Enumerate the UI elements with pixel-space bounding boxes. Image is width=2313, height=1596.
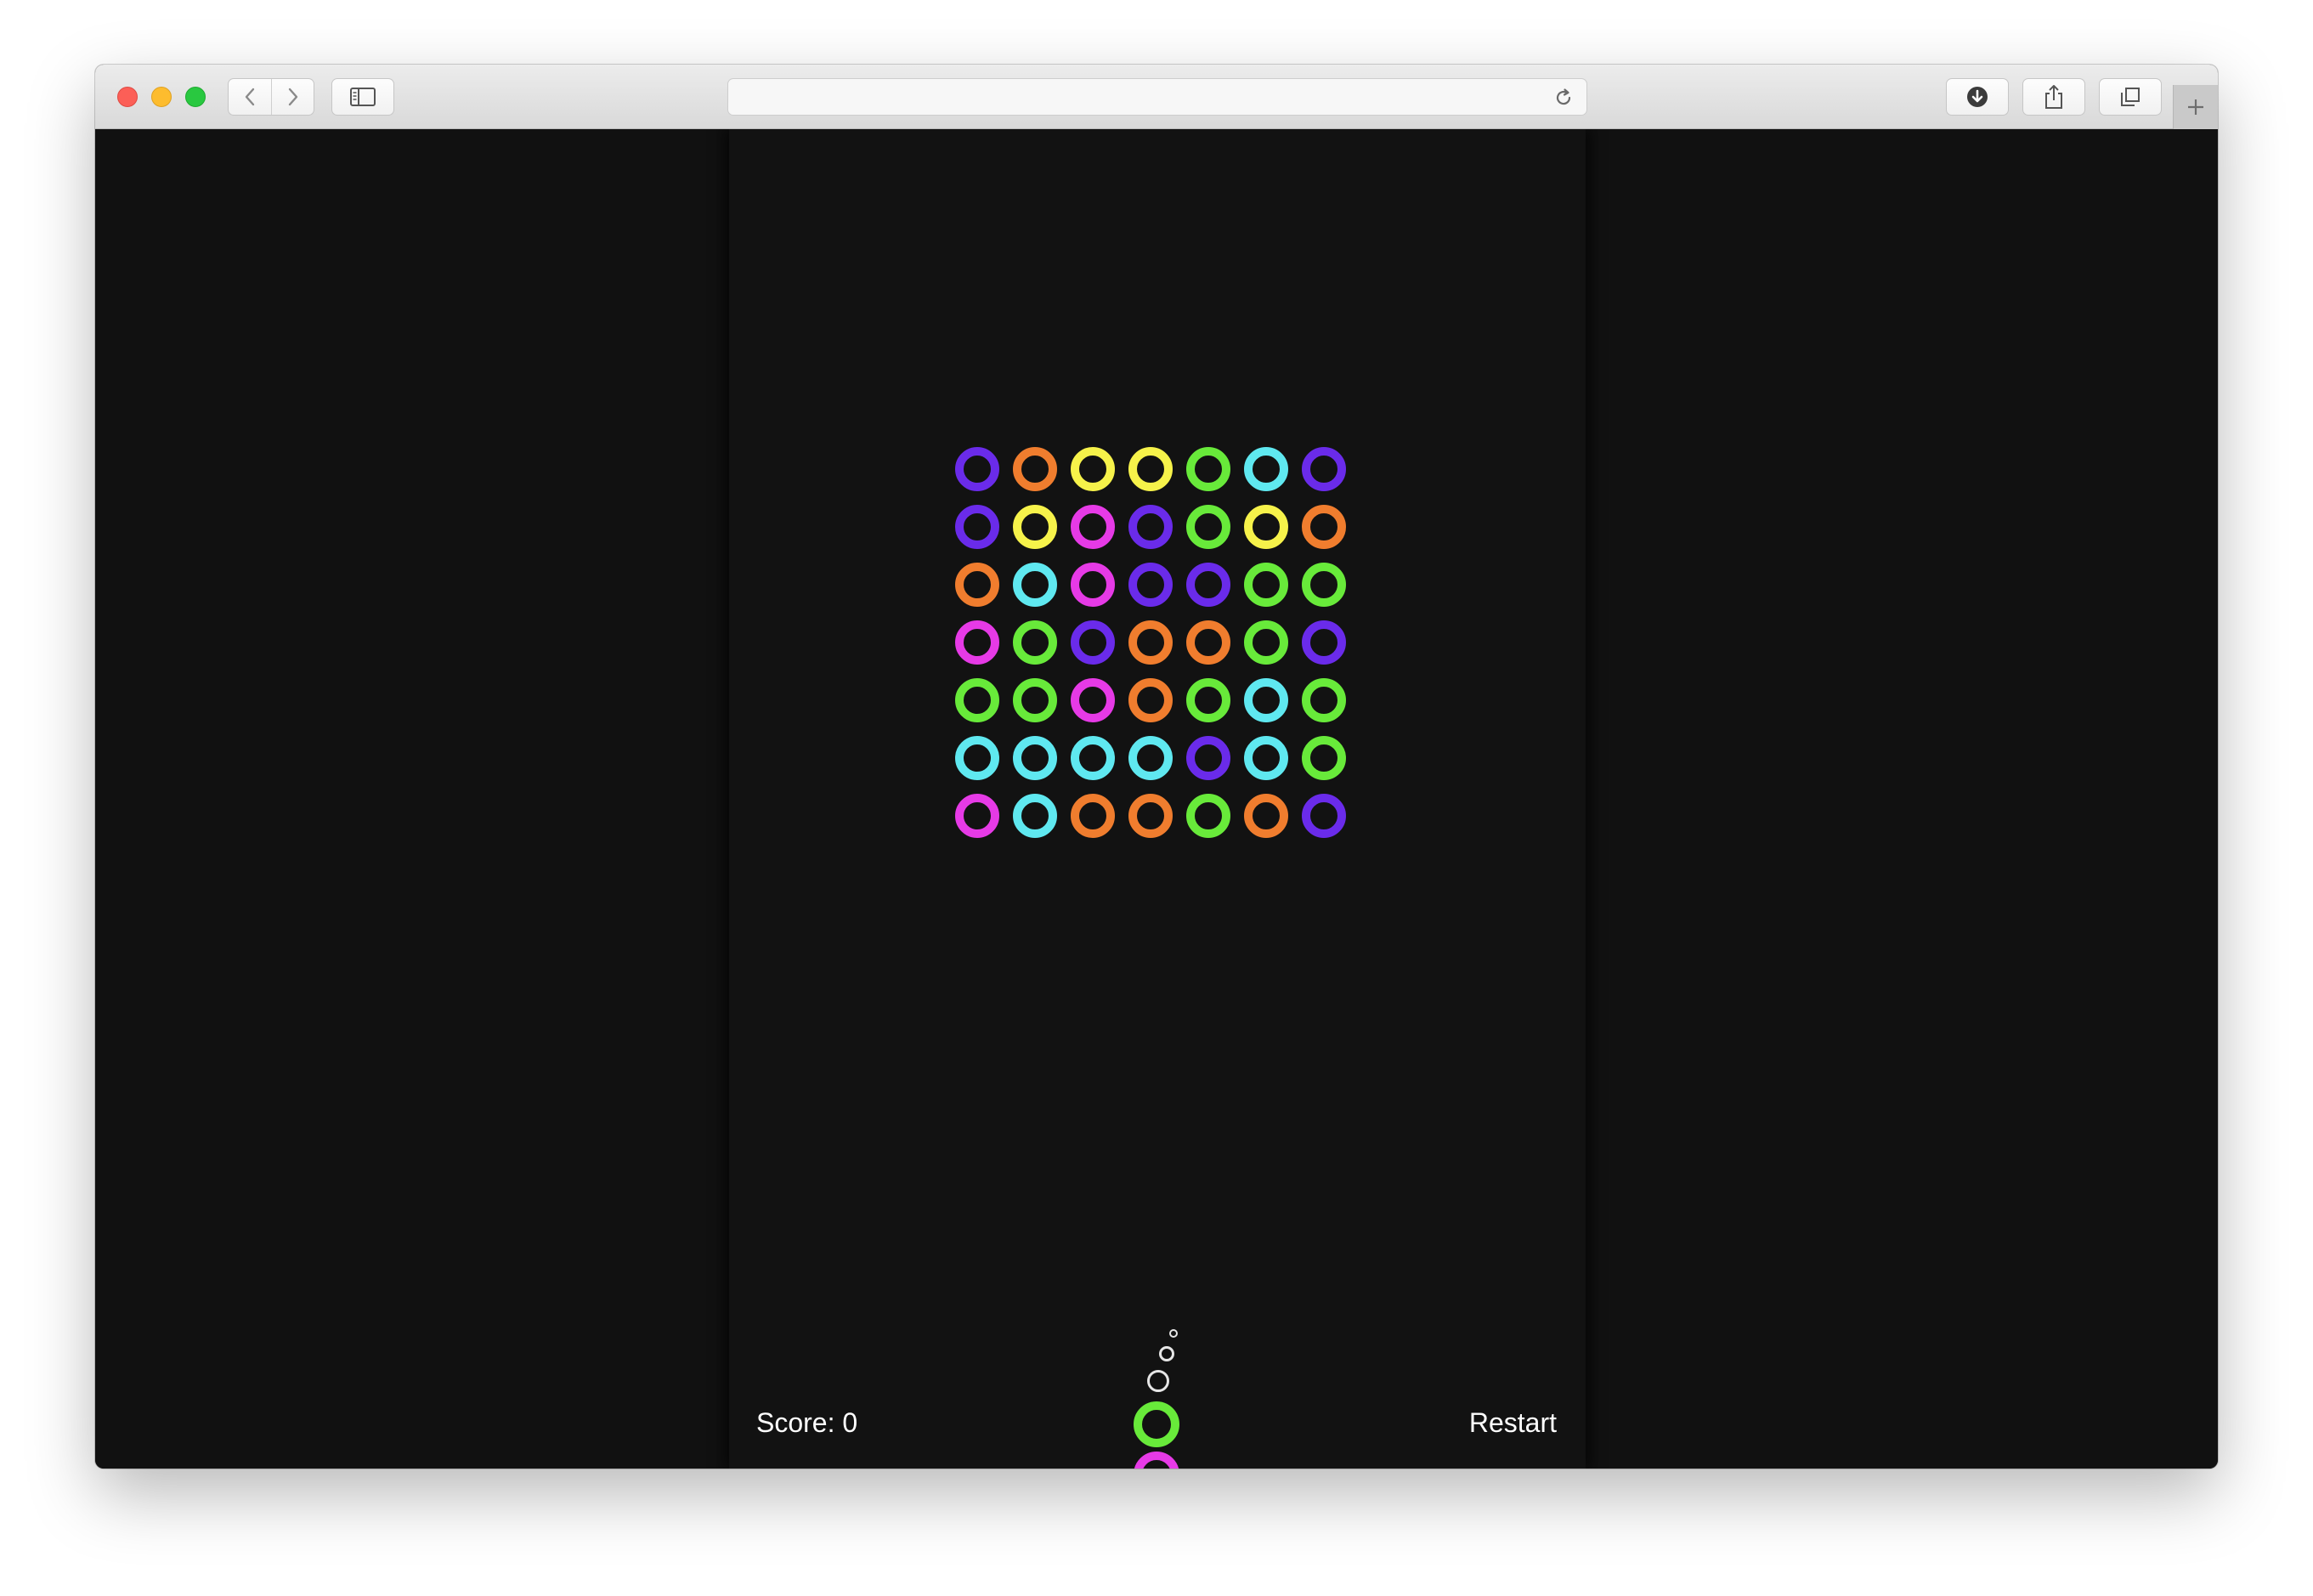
bubble-green: [1013, 620, 1057, 665]
history-nav: [228, 78, 314, 116]
game-canvas[interactable]: Score: 0 Restart: [729, 129, 1586, 1469]
bubble-cyan: [1244, 447, 1288, 491]
bubble-green: [1302, 563, 1346, 607]
maximize-window-button[interactable]: [185, 87, 206, 107]
bubble-purple: [1302, 447, 1346, 491]
bubble-yellow: [1013, 505, 1057, 549]
browser-toolbar: [95, 65, 2218, 129]
bubble-cyan: [1013, 736, 1057, 780]
bubble-purple: [1186, 736, 1230, 780]
bubble-orange: [955, 563, 999, 607]
bubble-grid: [729, 129, 1586, 1469]
minimize-window-button[interactable]: [151, 87, 172, 107]
aim-dot: [1159, 1346, 1174, 1361]
bubble-purple: [1186, 563, 1230, 607]
browser-window: Score: 0 Restart: [95, 65, 2218, 1469]
sidebar-button[interactable]: [331, 78, 394, 116]
aim-dot: [1169, 1329, 1178, 1338]
share-button[interactable]: [2022, 78, 2085, 116]
bubble-orange: [1128, 794, 1173, 838]
bubble-orange: [1013, 447, 1057, 491]
bubble-cyan: [1244, 736, 1288, 780]
new-tab-button[interactable]: [2173, 85, 2218, 129]
score-label: Score: 0: [756, 1407, 858, 1438]
address-bar[interactable]: [727, 78, 1587, 116]
bubble-green: [1186, 505, 1230, 549]
bubble-cyan: [1071, 736, 1115, 780]
bubble-green: [1186, 794, 1230, 838]
bubble-magenta: [955, 794, 999, 838]
bubble-purple: [955, 447, 999, 491]
reload-icon[interactable]: [1552, 87, 1575, 109]
bubble-green: [955, 678, 999, 722]
bubble-green: [1186, 447, 1230, 491]
chevron-right-icon: [288, 88, 298, 106]
bubble-cyan: [955, 736, 999, 780]
bubble-yellow: [1128, 447, 1173, 491]
bubble-green: [1244, 563, 1288, 607]
close-window-button[interactable]: [117, 87, 138, 107]
downloads-button[interactable]: [1946, 78, 2009, 116]
share-icon: [2045, 85, 2062, 109]
bubble-purple: [1128, 505, 1173, 549]
forward-button[interactable]: [272, 79, 314, 115]
bubble-purple: [1302, 620, 1346, 665]
bubble-cyan: [1013, 563, 1057, 607]
download-icon: [1967, 87, 1988, 107]
bubble-cyan: [1013, 794, 1057, 838]
bubble-green: [1186, 678, 1230, 722]
bubble-green: [1244, 620, 1288, 665]
sidebar-icon: [350, 88, 376, 106]
bubble-purple: [1128, 563, 1173, 607]
shooter-current-bubble-green[interactable]: [1134, 1401, 1179, 1447]
bubble-yellow: [1244, 505, 1288, 549]
bubble-orange: [1244, 794, 1288, 838]
bubble-orange: [1128, 620, 1173, 665]
bubble-purple: [1071, 620, 1115, 665]
bubble-green: [1302, 736, 1346, 780]
bubble-magenta: [1071, 505, 1115, 549]
bubble-orange: [1128, 678, 1173, 722]
bubble-green: [1013, 678, 1057, 722]
bubble-magenta: [955, 620, 999, 665]
bubble-orange: [1186, 620, 1230, 665]
bubble-magenta: [1071, 678, 1115, 722]
restart-button[interactable]: Restart: [1469, 1406, 1557, 1440]
page-content: Score: 0 Restart: [95, 129, 2218, 1469]
bubble-orange: [1071, 794, 1115, 838]
bubble-cyan: [1244, 678, 1288, 722]
bubble-purple: [955, 505, 999, 549]
bubble-yellow: [1071, 447, 1115, 491]
tabs-overview-button[interactable]: [2099, 78, 2162, 116]
tabs-icon: [2121, 88, 2140, 106]
bubble-magenta: [1071, 563, 1115, 607]
bubble-orange: [1302, 505, 1346, 549]
bubble-purple: [1302, 794, 1346, 838]
chevron-left-icon: [245, 88, 255, 106]
plus-icon: [2188, 99, 2203, 115]
aim-dot: [1147, 1370, 1169, 1392]
bubble-green: [1302, 678, 1346, 722]
bubble-cyan: [1128, 736, 1173, 780]
back-button[interactable]: [229, 79, 272, 115]
